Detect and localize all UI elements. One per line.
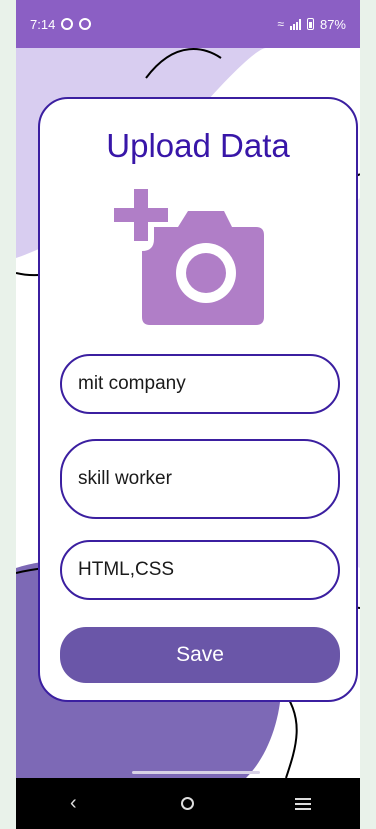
- navigation-bar: ‹: [16, 778, 360, 829]
- recents-icon: [294, 797, 311, 810]
- status-bar: 7:14 ≈ 87%: [16, 0, 360, 48]
- signal-icon: [289, 18, 301, 30]
- home-button[interactable]: [168, 797, 208, 810]
- company-field[interactable]: mit company: [60, 354, 340, 414]
- home-icon: [181, 797, 195, 810]
- status-time: 7:14: [30, 16, 56, 32]
- status-left: 7:14: [30, 16, 92, 32]
- wifi-icon: ≈: [277, 17, 284, 31]
- notification-icon: [61, 18, 74, 30]
- notification-icon-2: [79, 18, 92, 30]
- gesture-handle: [132, 771, 260, 774]
- recents-button[interactable]: [283, 795, 323, 813]
- save-button[interactable]: Save: [60, 627, 340, 683]
- app-screen: 7:14 ≈ 87% Upload Data mit company skill…: [16, 0, 360, 829]
- status-right: ≈ 87%: [277, 17, 346, 32]
- upload-card: Upload Data mit company skill worker HTM…: [38, 97, 358, 702]
- add-photo-icon[interactable]: [114, 189, 284, 325]
- battery-icon: [306, 18, 314, 30]
- battery-percent: 87%: [319, 16, 346, 32]
- skill-field[interactable]: skill worker: [60, 439, 340, 519]
- page-title: Upload Data: [106, 127, 290, 164]
- technology-field[interactable]: HTML,CSS: [60, 540, 340, 600]
- back-icon[interactable]: ‹: [53, 792, 93, 815]
